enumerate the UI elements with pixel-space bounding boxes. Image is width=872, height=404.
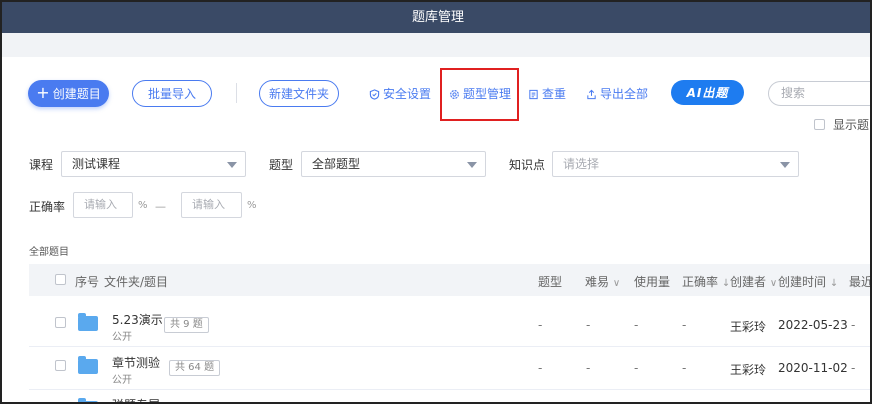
show-questions-toggle[interactable]: 显示题目 bbox=[814, 116, 870, 133]
new-folder-button[interactable]: 新建文件夹 bbox=[259, 80, 339, 107]
row-recent: - bbox=[851, 361, 856, 375]
range-separator: — bbox=[155, 200, 166, 213]
header-created[interactable]: 创建时间 ↓ bbox=[778, 273, 838, 290]
row-creator: 王彩玲 bbox=[730, 363, 767, 377]
row-accuracy: - bbox=[682, 361, 687, 375]
row-folder-name[interactable]: 章节测验 bbox=[112, 354, 160, 371]
section-title: 全部题目 bbox=[29, 247, 69, 258]
app-window: 题库管理 + 创建题目 批量导入 新建文件夹 安全设置 题型管理 查重 导出全部… bbox=[0, 0, 872, 404]
header-accuracy[interactable]: 正确率 ↓ bbox=[682, 273, 730, 290]
folder-icon bbox=[78, 356, 98, 374]
export-all-label: 导出全部 bbox=[600, 87, 649, 101]
row-count-badge: 共 9 题 bbox=[164, 317, 209, 333]
chevron-down-icon: ∨ bbox=[612, 278, 621, 289]
accuracy-label: 正确率 bbox=[29, 200, 66, 214]
header-type: 题型 bbox=[538, 275, 563, 289]
header-usage: 使用量 bbox=[634, 275, 671, 289]
knowledge-point-select[interactable]: 请选择 bbox=[552, 151, 799, 177]
header-recent: 最近 bbox=[849, 275, 872, 289]
chevron-down-icon: ∨ bbox=[769, 278, 778, 289]
export-all-link[interactable]: 导出全部 bbox=[586, 86, 648, 102]
security-settings-label: 安全设置 bbox=[383, 87, 432, 101]
row-created: 2020-11-02 bbox=[778, 361, 848, 375]
row-created: 2022-05-23 bbox=[778, 318, 848, 332]
duplicate-check-link[interactable]: 查重 bbox=[528, 86, 566, 102]
shield-icon bbox=[369, 88, 380, 100]
caret-down-icon bbox=[227, 162, 237, 168]
row-difficulty: - bbox=[586, 361, 591, 375]
header-created-label: 创建时间 bbox=[778, 275, 827, 289]
row-usage: - bbox=[634, 361, 639, 375]
header-creator-label: 创建者 bbox=[730, 275, 767, 289]
batch-import-button[interactable]: 批量导入 bbox=[132, 80, 212, 107]
toolbar-divider bbox=[236, 83, 237, 103]
row-folder-name[interactable]: 弹题专属 bbox=[112, 396, 160, 402]
duplicate-check-label: 查重 bbox=[542, 87, 567, 101]
select-all-checkbox[interactable] bbox=[55, 274, 66, 285]
question-type-select-value: 全部题型 bbox=[312, 157, 361, 171]
window-title: 题库管理 bbox=[2, 2, 870, 33]
percent-sign: % bbox=[138, 200, 148, 211]
sort-down-icon: ↓ bbox=[721, 278, 731, 289]
row-creator: 王彩玲 bbox=[730, 320, 767, 334]
security-settings-link[interactable]: 安全设置 bbox=[369, 86, 431, 102]
export-icon bbox=[587, 89, 596, 99]
show-questions-checkbox[interactable] bbox=[814, 119, 825, 130]
create-question-button[interactable]: + 创建题目 bbox=[28, 80, 109, 107]
row-visibility: 公开 bbox=[112, 332, 132, 343]
question-type-select[interactable]: 全部题型 bbox=[301, 151, 486, 177]
knowledge-point-label: 知识点 bbox=[509, 158, 546, 172]
row-type: - bbox=[538, 361, 543, 375]
sort-down-icon: ↓ bbox=[829, 278, 839, 289]
sub-header-bar bbox=[2, 33, 870, 57]
row-visibility: 公开 bbox=[112, 375, 132, 386]
row-count-badge: 共 64 题 bbox=[169, 360, 221, 376]
course-select[interactable]: 测试课程 bbox=[61, 151, 246, 177]
caret-down-icon bbox=[467, 162, 477, 168]
create-question-label: 创建题目 bbox=[52, 87, 101, 101]
highlight-annotation-box bbox=[440, 68, 519, 121]
row-difficulty: - bbox=[586, 318, 591, 332]
document-check-icon bbox=[529, 89, 538, 99]
header-index: 序号 bbox=[75, 275, 100, 289]
row-recent: - bbox=[851, 318, 856, 332]
plus-icon: + bbox=[36, 82, 50, 102]
search-input[interactable]: 搜索 bbox=[768, 81, 870, 106]
course-select-value: 测试课程 bbox=[72, 157, 121, 171]
row-checkbox[interactable] bbox=[55, 317, 66, 328]
row-accuracy: - bbox=[682, 318, 687, 332]
row-type: - bbox=[538, 318, 543, 332]
row-divider bbox=[29, 389, 870, 390]
row-usage: - bbox=[634, 318, 639, 332]
header-difficulty-label: 难易 bbox=[585, 275, 610, 289]
header-difficulty[interactable]: 难易 ∨ bbox=[585, 273, 620, 290]
header-name: 文件夹/题目 bbox=[104, 275, 169, 289]
course-label: 课程 bbox=[29, 158, 54, 172]
folder-icon bbox=[78, 313, 98, 331]
row-divider bbox=[29, 346, 870, 347]
accuracy-min-input[interactable]: 请输入 bbox=[73, 192, 133, 218]
caret-down-icon bbox=[780, 162, 790, 168]
row-checkbox[interactable] bbox=[55, 360, 66, 371]
ai-generate-button[interactable]: AI出题 bbox=[671, 80, 744, 105]
header-accuracy-label: 正确率 bbox=[682, 275, 719, 289]
row-folder-name[interactable]: 5.23演示 bbox=[112, 311, 163, 328]
question-type-label: 题型 bbox=[269, 158, 294, 172]
header-creator[interactable]: 创建者 ∨ bbox=[730, 273, 777, 290]
accuracy-max-input[interactable]: 请输入 bbox=[181, 192, 242, 218]
show-questions-label: 显示题目 bbox=[833, 118, 870, 132]
knowledge-point-placeholder: 请选择 bbox=[563, 157, 600, 171]
percent-sign: % bbox=[247, 200, 257, 211]
